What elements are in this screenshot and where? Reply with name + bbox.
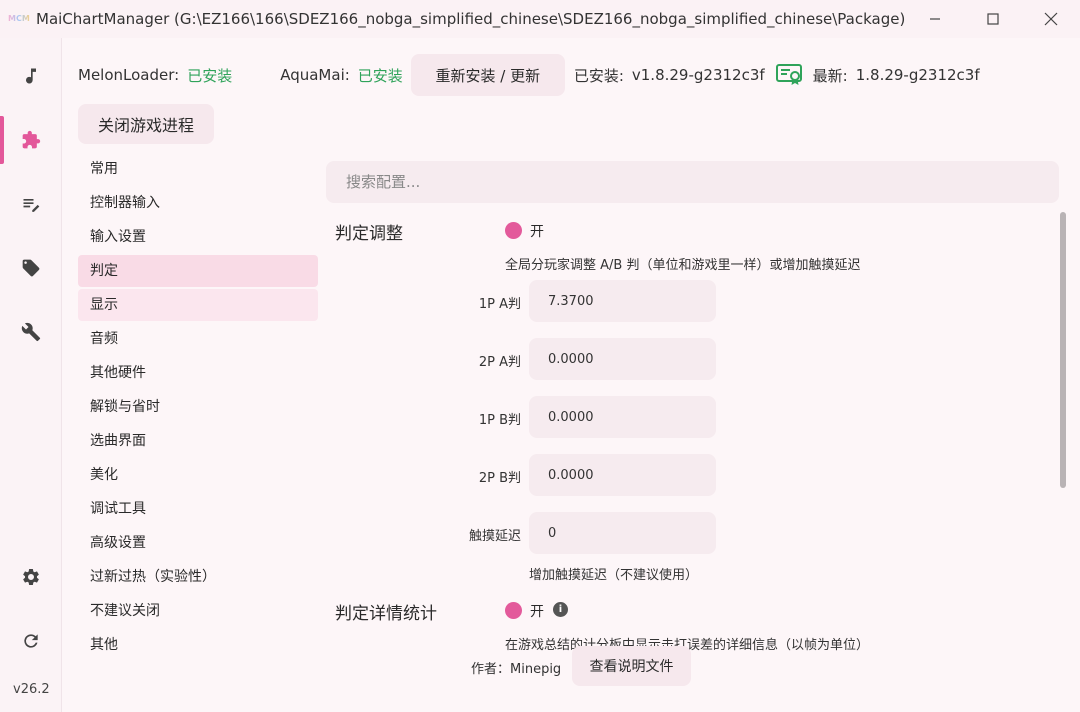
field-label: 1P B判 <box>478 413 521 428</box>
field-label: 触摸延迟 <box>468 529 521 544</box>
field-label: 2P A判 <box>478 355 521 370</box>
melonloader-status: 已安装 <box>187 66 233 85</box>
app-version: v26.2 <box>13 682 50 697</box>
category-item[interactable]: 其他硬件 <box>78 357 318 389</box>
close-icon <box>1044 12 1058 26</box>
section-title: 判定调整 <box>335 224 403 244</box>
certificate-icon <box>775 62 803 88</box>
edit-list-icon <box>23 199 40 212</box>
nav-rail: v26.2 <box>0 38 62 712</box>
toggle-label: 开 <box>530 224 544 240</box>
view-doc-button[interactable]: 查看说明文件 <box>572 646 691 686</box>
section-description: 全局分玩家调整 A/B 判（单位和游戏里一样）或增加触摸延迟 <box>505 258 861 273</box>
close-window-button[interactable] <box>1022 0 1080 38</box>
judge-1p-b-input[interactable] <box>529 396 716 438</box>
minimize-icon <box>930 18 940 20</box>
author-label: 作者：Minepig <box>471 662 562 677</box>
puzzle-icon <box>22 130 41 149</box>
category-item[interactable]: 调试工具 <box>78 493 318 525</box>
aquamai-status: 已安装 <box>357 66 403 85</box>
category-item[interactable]: 解锁与省时 <box>78 391 318 423</box>
gear-icon <box>23 569 39 585</box>
app-logo: MCM <box>8 12 30 26</box>
field-hint: 增加触摸延迟（不建议使用） <box>529 568 699 583</box>
music-note-icon <box>26 68 36 84</box>
nav-tags[interactable] <box>0 244 62 292</box>
latest-version-label: 最新: <box>812 66 848 85</box>
latest-version: 1.8.29-g2312c3f <box>855 66 980 84</box>
maximize-icon <box>987 13 999 25</box>
section-title: 判定详情统计 <box>335 604 437 624</box>
scrollbar[interactable] <box>1060 212 1066 488</box>
title-bar: MCM MaiChartManager (G:\EZ166\166\SDEZ16… <box>0 0 1080 38</box>
search-input[interactable] <box>326 161 1059 203</box>
close-game-button[interactable]: 关闭游戏进程 <box>78 104 214 144</box>
category-item[interactable]: 美化 <box>78 459 318 491</box>
installed-version: v1.8.29-g2312c3f <box>631 66 765 84</box>
category-item[interactable]: 不建议关闭 <box>78 595 318 627</box>
category-item-selected[interactable]: 判定 <box>78 255 318 287</box>
reinstall-button[interactable]: 重新安装 / 更新 <box>410 54 565 96</box>
judge-2p-a-input[interactable] <box>529 338 716 380</box>
judge-1p-a-input[interactable] <box>529 280 716 322</box>
info-icon[interactable]: i <box>553 602 568 617</box>
judge-2p-b-input[interactable] <box>529 454 716 496</box>
touch-delay-input[interactable] <box>529 512 716 554</box>
field-label: 1P A判 <box>478 297 521 312</box>
category-item[interactable]: 输入设置 <box>78 221 318 253</box>
category-item[interactable]: 过新过热（实验性） <box>78 561 318 593</box>
nav-tools[interactable] <box>0 308 62 356</box>
section-toggle[interactable] <box>505 602 522 619</box>
category-item[interactable]: 其他 <box>78 629 318 661</box>
tools-icon <box>21 322 41 342</box>
category-item[interactable]: 音频 <box>78 323 318 355</box>
melonloader-label: MelonLoader: <box>78 66 180 84</box>
field-label: 2P B判 <box>478 471 521 486</box>
category-item[interactable]: 高级设置 <box>78 527 318 559</box>
tags-icon <box>22 259 40 277</box>
window-title: MaiChartManager (G:\EZ166\166\SDEZ166_no… <box>36 10 906 28</box>
installed-version-label: 已安装: <box>573 66 624 85</box>
minimize-button[interactable] <box>906 0 964 38</box>
nav-mods[interactable] <box>0 116 62 164</box>
nav-settings[interactable] <box>0 553 62 601</box>
install-status-bar: MelonLoader: 已安装 AquaMai: 已安装 重新安装 / 更新 … <box>78 54 980 96</box>
maximize-button[interactable] <box>964 0 1022 38</box>
refresh-icon <box>24 634 38 648</box>
section-toggle[interactable] <box>505 222 522 239</box>
category-item[interactable]: 常用 <box>78 153 318 185</box>
nav-edit[interactable] <box>0 180 62 228</box>
category-item[interactable]: 显示 <box>78 289 318 321</box>
nav-charts[interactable] <box>0 52 62 100</box>
category-item[interactable]: 控制器输入 <box>78 187 318 219</box>
nav-refresh[interactable] <box>0 617 62 665</box>
category-item[interactable]: 选曲界面 <box>78 425 318 457</box>
toggle-label: 开 <box>530 604 544 620</box>
aquamai-label: AquaMai: <box>280 66 350 84</box>
